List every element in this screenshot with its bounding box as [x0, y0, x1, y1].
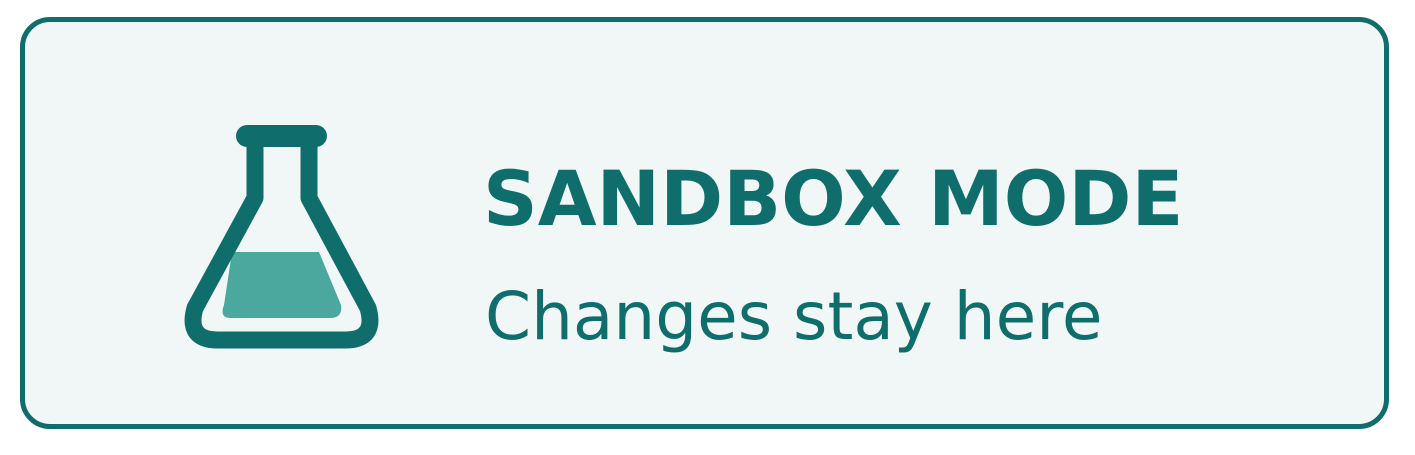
sandbox-mode-banner: SANDBOX MODE Changes stay here [20, 17, 1389, 429]
banner-title: SANDBOX MODE [483, 154, 1184, 243]
banner-subtitle: Changes stay here [485, 278, 1103, 355]
flask-icon [184, 125, 379, 349]
flask-liquid [222, 252, 342, 318]
